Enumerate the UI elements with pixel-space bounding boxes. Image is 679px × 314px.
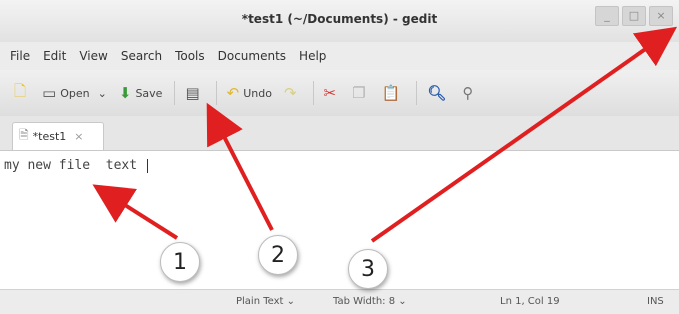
tab-close-icon[interactable]: × (74, 130, 83, 143)
cursor-position: Ln 1, Col 19 (500, 296, 560, 307)
search-icon: 🔍︎ (427, 84, 447, 102)
print-icon: ▤ (185, 84, 200, 102)
menu-documents[interactable]: Documents (218, 49, 286, 63)
minimize-button[interactable]: _ (595, 6, 619, 26)
maximize-button[interactable]: □ (622, 6, 646, 26)
open-label: Open (60, 86, 90, 100)
print-button[interactable]: ▤ (185, 84, 203, 102)
open-button[interactable]: ▭ Open ⌄ (42, 84, 107, 102)
toolbar-separator (416, 81, 418, 105)
toolbar-separator (312, 81, 314, 105)
window-title: *test1 (~/Documents) - gedit (241, 12, 438, 26)
find-replace-button[interactable]: ⚲ (462, 84, 477, 102)
save-button[interactable]: ⬇ Save (119, 84, 163, 102)
undo-label: Undo (243, 86, 272, 100)
find-button[interactable]: 🔍︎ (427, 84, 450, 102)
toolbar-separator (174, 81, 176, 105)
menu-tools[interactable]: Tools (175, 49, 205, 63)
insert-mode-indicator: INS (647, 296, 664, 307)
copy-button[interactable]: ❐ (352, 84, 369, 102)
redo-button[interactable]: ↷ (284, 84, 301, 102)
title-bar: *test1 (~/Documents) - gedit _ □ × (0, 0, 679, 42)
find-replace-icon: ⚲ (462, 84, 474, 102)
tab-label: *test1 (32, 130, 67, 143)
text-editor-area[interactable]: my new file text (0, 151, 679, 289)
save-icon: ⬇ (118, 84, 132, 102)
paste-icon: 📋 (381, 84, 401, 102)
menu-edit[interactable]: Edit (43, 49, 66, 63)
paste-button[interactable]: 📋 (382, 84, 405, 102)
toolbar-separator (215, 81, 217, 105)
language-selector[interactable]: Plain Text ⌄ (236, 296, 295, 307)
save-label: Save (135, 86, 163, 100)
tab-test1[interactable]: 🗎 *test1 × (12, 122, 104, 150)
new-document-icon: 🗋 (14, 81, 27, 100)
close-button[interactable]: × (649, 6, 673, 26)
menu-file[interactable]: File (10, 49, 30, 63)
open-folder-icon: ▭ (42, 84, 57, 102)
new-document-button[interactable]: 🗋 (14, 81, 30, 106)
menu-bar: File Edit View Search Tools Documents He… (0, 42, 679, 70)
open-dropdown-icon[interactable]: ⌄ (98, 87, 107, 100)
window-controls: _ □ × (595, 6, 673, 26)
redo-icon: ↷ (283, 84, 297, 102)
menu-help[interactable]: Help (299, 49, 326, 63)
cut-button[interactable]: ✂ (324, 84, 341, 102)
cut-icon: ✂ (323, 84, 337, 102)
callout-2: 2 (258, 235, 298, 275)
undo-button[interactable]: ↶ Undo (227, 84, 272, 102)
callout-3: 3 (348, 249, 388, 289)
status-bar: Plain Text ⌄ Tab Width: 8 ⌄ Ln 1, Col 19… (0, 289, 679, 314)
undo-icon: ↶ (226, 84, 240, 102)
tab-width-selector[interactable]: Tab Width: 8 ⌄ (333, 296, 407, 307)
editor-text: my new file text (4, 158, 145, 173)
toolbar: 🗋 ▭ Open ⌄ ⬇ Save ▤ ↶ Undo ↷ ✂ ❐ 📋 🔍︎ ⚲ (0, 70, 679, 116)
document-icon: 🗎 (19, 128, 29, 142)
menu-search[interactable]: Search (121, 49, 162, 63)
copy-icon: ❐ (352, 84, 366, 102)
tab-strip: 🗎 *test1 × (0, 116, 679, 151)
editor-text-line[interactable]: my new file text (4, 158, 148, 173)
menu-view[interactable]: View (79, 49, 107, 63)
callout-1: 1 (160, 242, 200, 282)
text-cursor (146, 158, 148, 173)
